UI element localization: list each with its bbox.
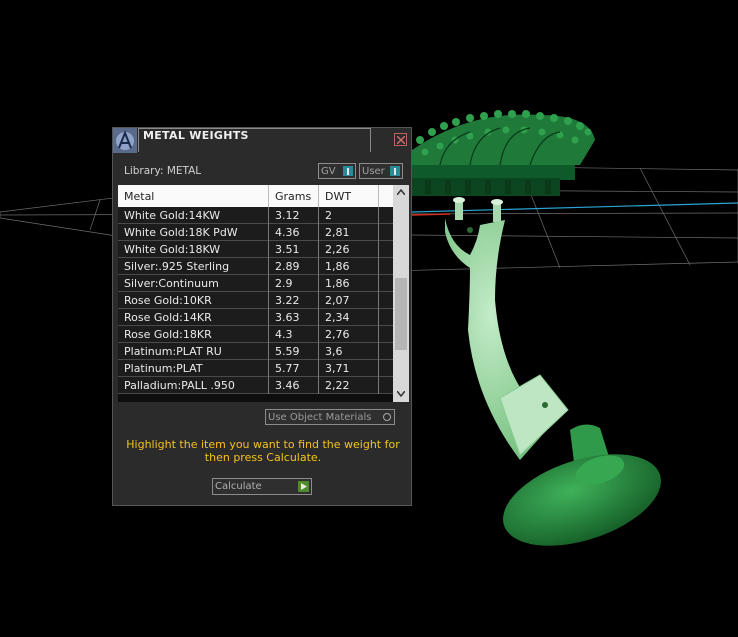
cell-dwt: 2,07 (325, 294, 350, 307)
use-object-materials-toggle[interactable]: Use Object Materials (265, 409, 395, 425)
table-row[interactable]: White Gold:18KW 3.51 2,26 (118, 241, 393, 258)
header-metal[interactable]: Metal (124, 190, 154, 203)
user-label: User (362, 166, 385, 177)
metal-weights-panel: METAL WEIGHTS Library: METAL GV User Met… (112, 127, 412, 506)
cell-metal: Platinum:PLAT (124, 362, 203, 375)
table-body: White Gold:14KW 3.12 2 White Gold:18K PdW 4.… (118, 207, 393, 394)
calculate-label: Calculate (215, 481, 262, 492)
table-row[interactable]: Platinum:PLAT 5.77 3,71 (118, 360, 393, 377)
play-arrow-icon (298, 481, 309, 492)
cell-metal: Rose Gold:18KR (124, 328, 212, 341)
table-row[interactable]: White Gold:18K PdW 4.36 2,81 (118, 224, 393, 241)
cell-metal: White Gold:18K PdW (124, 226, 238, 239)
cell-dwt: 2,26 (325, 243, 350, 256)
cell-metal: White Gold:18KW (124, 243, 221, 256)
axis-line-red (411, 213, 451, 216)
hint-text: Highlight the item you want to find the … (126, 438, 400, 464)
cell-metal: Platinum:PLAT RU (124, 345, 222, 358)
cell-grams: 3.12 (275, 209, 300, 222)
cell-grams: 3.63 (275, 311, 300, 324)
cell-metal: Rose Gold:14KR (124, 311, 212, 324)
app-logo-icon (113, 128, 137, 153)
cell-grams: 4.36 (275, 226, 300, 239)
cell-dwt: 2,81 (325, 226, 350, 239)
cell-grams: 3.22 (275, 294, 300, 307)
dropdown-arrow-icon (343, 166, 353, 176)
cell-dwt: 2,76 (325, 328, 350, 341)
radio-icon (383, 413, 391, 421)
cell-dwt: 2 (325, 209, 332, 222)
table-row[interactable]: Rose Gold:18KR 4.3 2,76 (118, 326, 393, 343)
table-row[interactable]: Palladium:PALL .950 3.46 2,22 (118, 377, 393, 394)
cell-dwt: 1,86 (325, 277, 350, 290)
table-row[interactable]: Platinum:PLAT RU 5.59 3,6 (118, 343, 393, 360)
ring-shank (445, 218, 569, 460)
ring-gallery (410, 110, 595, 196)
table-row[interactable]: Silver:Continuum 2.9 1,86 (118, 275, 393, 292)
panel-titlebar[interactable]: METAL WEIGHTS (113, 128, 411, 153)
cell-metal: Silver:.925 Sterling (124, 260, 230, 273)
metal-table[interactable]: Metal Grams DWT White Gold:14KW 3.12 2 Whit… (118, 185, 409, 402)
scroll-up-icon[interactable] (397, 189, 405, 195)
cell-grams: 4.3 (275, 328, 293, 341)
close-button[interactable] (394, 133, 407, 146)
cell-metal: Silver:Continuum (124, 277, 219, 290)
scroll-down-icon[interactable] (397, 391, 405, 397)
cell-metal: Rose Gold:10KR (124, 294, 212, 307)
cell-metal: White Gold:14KW (124, 209, 221, 222)
cell-dwt: 2,34 (325, 311, 350, 324)
header-grams[interactable]: Grams (275, 190, 311, 203)
dropdown-arrow-icon (390, 166, 400, 176)
table-row[interactable]: Rose Gold:10KR 3.22 2,07 (118, 292, 393, 309)
table-row[interactable]: Silver:.925 Sterling 2.89 1,86 (118, 258, 393, 275)
cell-grams: 2.89 (275, 260, 300, 273)
table-row[interactable]: White Gold:14KW 3.12 2 (118, 207, 393, 224)
library-label: Library: METAL (124, 165, 202, 177)
header-dwt[interactable]: DWT (325, 190, 351, 203)
close-icon (397, 136, 405, 144)
table-header: Metal Grams DWT (118, 185, 393, 207)
cell-dwt: 1,86 (325, 260, 350, 273)
cell-metal: Palladium:PALL .950 (124, 379, 235, 392)
cell-dwt: 3,71 (325, 362, 350, 375)
calculate-button[interactable]: Calculate (212, 478, 312, 495)
table-row[interactable]: Rose Gold:14KR 3.63 2,34 (118, 309, 393, 326)
cell-grams: 3.46 (275, 379, 300, 392)
cell-dwt: 2,22 (325, 379, 350, 392)
scroll-thumb[interactable] (395, 278, 407, 350)
ring-posts (453, 197, 503, 222)
cell-dwt: 3,6 (325, 345, 343, 358)
cell-grams: 5.59 (275, 345, 300, 358)
panel-title: METAL WEIGHTS (143, 129, 249, 142)
use-object-label: Use Object Materials (268, 412, 372, 423)
cell-grams: 2.9 (275, 277, 293, 290)
gv-label: GV (321, 166, 336, 177)
table-scrollbar[interactable] (393, 185, 409, 402)
gv-dropdown[interactable]: GV (318, 163, 356, 179)
cell-grams: 3.51 (275, 243, 300, 256)
cell-grams: 5.77 (275, 362, 300, 375)
user-dropdown[interactable]: User (359, 163, 403, 179)
